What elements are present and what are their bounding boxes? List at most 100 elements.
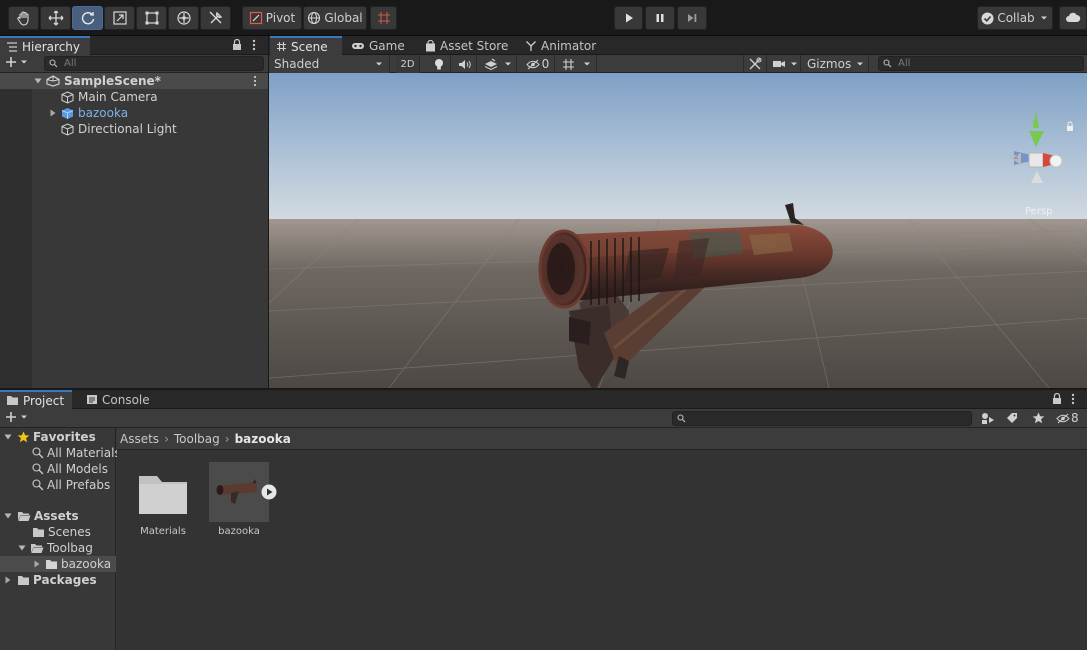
project-folder-tree: Favorites All Materials All Models All P… [0,428,121,650]
search-icon [677,414,686,423]
grid-dropdown[interactable] [557,55,597,73]
kebab-menu-icon[interactable] [251,39,257,51]
asset-label: Materials [140,526,186,537]
grid-snapping-button[interactable] [370,6,397,30]
label-tag-icon[interactable] [1006,412,1018,424]
cloud-button[interactable] [1059,6,1087,30]
hierarchy-search-input[interactable]: All [44,56,264,71]
scene-row[interactable]: SampleScene* [0,73,268,89]
shading-mode-dropdown[interactable]: Shaded [270,55,390,73]
globe-icon [308,11,321,25]
rotate-tool-button[interactable] [72,6,103,30]
assets-row[interactable]: Assets [0,508,79,524]
hierarchy-item-bazooka[interactable]: bazooka [0,105,128,121]
scene-viewport[interactable]: y z Persp [269,73,1087,388]
tab-scene[interactable]: Scene [270,36,342,55]
collab-dropdown[interactable]: Collab [977,6,1053,30]
project-create-dropdown[interactable] [5,411,28,423]
prefab-cube-icon [61,107,74,119]
folder-scenes[interactable]: Scenes [0,524,91,540]
favorites-row[interactable]: Favorites [0,429,96,445]
expand-arrow-icon[interactable] [4,512,12,520]
scene-panel: Scene Game Asset Store Animator Shaded 2… [268,36,1087,388]
breadcrumb-bazooka[interactable]: bazooka [235,432,291,446]
lock-icon[interactable] [1052,393,1062,405]
lightbulb-icon [434,58,443,69]
tab-scene-label: Scene [291,39,328,54]
unity-scene-icon [46,75,60,87]
perspective-label[interactable]: Persp [1025,206,1053,217]
global-toggle[interactable]: Global [303,6,367,30]
hierarchy-item-directional-light[interactable]: Directional Light [0,121,177,137]
effects-dropdown[interactable] [479,55,517,73]
shading-mode-value: Shaded [274,57,320,71]
favorite-item-all-materials[interactable]: All Materials [0,445,121,461]
expand-arrow-icon[interactable] [18,544,26,552]
breadcrumb-toolbag[interactable]: Toolbag [174,432,220,446]
search-by-type-icon[interactable] [981,412,995,425]
transform-icon [176,11,191,25]
star-icon[interactable] [1032,412,1045,424]
scene-kebab-icon[interactable] [252,75,258,87]
asset-bazooka-model[interactable]: bazooka [201,462,277,537]
collapse-arrow-icon[interactable] [4,576,12,584]
rotate-icon [81,12,94,25]
tab-console[interactable]: Console [80,390,156,409]
custom-tool-button[interactable] [200,6,231,30]
transform-tool-button[interactable] [168,6,199,30]
chevron-down-icon [857,62,863,66]
tools-toggle[interactable] [743,55,767,73]
play-button[interactable] [614,6,643,30]
gizmos-label: Gizmos [807,57,852,71]
scale-tool-button[interactable] [104,6,135,30]
expand-arrow-icon[interactable] [4,433,12,441]
step-button[interactable] [677,6,707,30]
crossed-tools-icon [749,57,762,70]
move-tool-button[interactable] [40,6,71,30]
expand-arrow-icon[interactable] [34,77,42,85]
project-visibility-toggle[interactable]: 8 [1056,411,1079,425]
assets-label: Assets [34,509,79,523]
tab-hierarchy[interactable]: Hierarchy [0,36,90,55]
create-dropdown[interactable] [5,56,28,68]
scene-search-input[interactable]: All [878,56,1084,71]
favorite-item-all-prefabs[interactable]: All Prefabs [0,477,110,493]
tab-project-label: Project [23,393,65,408]
tab-animator[interactable]: Animator [519,36,602,55]
collapse-arrow-icon[interactable] [33,560,41,568]
pause-icon [656,14,664,22]
search-icon [32,479,44,491]
collapse-arrow-icon[interactable] [49,109,57,117]
scene-visibility-toggle[interactable]: 0 [521,55,555,73]
folder-icon [7,396,18,405]
folder-toolbag[interactable]: Toolbag [0,540,93,556]
asset-materials-folder[interactable]: Materials [125,462,201,537]
kebab-menu-icon[interactable] [1070,393,1076,405]
search-icon [32,447,44,459]
camera-dropdown[interactable] [769,55,801,73]
chevron-down-icon [21,60,27,64]
audio-toggle[interactable] [453,55,477,73]
rect-tool-button[interactable] [136,6,167,30]
hierarchy-item-main-camera[interactable]: Main Camera [0,89,158,105]
hierarchy-toolbar: All [0,55,268,73]
tab-project[interactable]: Project [0,390,72,409]
pivot-toggle[interactable]: Pivot [242,6,302,30]
hand-tool-button[interactable] [8,6,39,30]
pause-button[interactable] [645,6,675,30]
project-hidden-count: 8 [1071,411,1079,425]
breadcrumb-assets[interactable]: Assets [120,432,159,446]
project-search-input[interactable] [672,411,972,426]
tab-game[interactable]: Game [345,36,411,55]
folder-open-icon [31,543,44,553]
2d-toggle[interactable]: 2D [396,55,420,73]
gizmos-dropdown[interactable]: Gizmos [803,55,869,73]
tab-asset-store[interactable]: Asset Store [419,36,514,55]
favorite-item-all-models[interactable]: All Models [0,461,108,477]
packages-row[interactable]: Packages [0,572,97,588]
lighting-toggle[interactable] [427,55,451,73]
expand-play-icon[interactable] [261,484,277,500]
grid-icon [563,58,574,70]
lock-icon[interactable] [232,39,242,51]
folder-bazooka[interactable]: bazooka [0,556,116,572]
